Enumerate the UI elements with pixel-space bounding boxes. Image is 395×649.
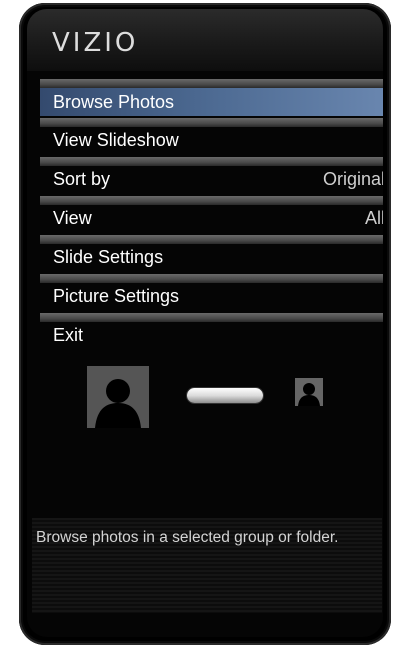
vizio-logo: VIZIO [52,28,139,58]
menu-separator [40,196,383,205]
menu-item-slide-settings[interactable]: Slide Settings [40,235,383,274]
menu-item-view[interactable]: View All [40,196,383,235]
menu-item-view-slideshow[interactable]: View Slideshow [40,118,383,157]
menu-separator [40,274,383,283]
menu-item-label: Browse Photos [53,92,175,112]
menu-item-label: View Slideshow [53,130,179,150]
photo-menu: Browse Photos View Slideshow Sort by Ori… [40,79,383,352]
menu-separator [40,157,383,166]
person-icon [95,379,141,428]
scroll-indicator [187,388,263,403]
person-icon [298,383,320,406]
header-bar: VIZIO [27,9,383,71]
menu-item-label: Picture Settings [53,286,180,306]
tv-menu-panel: VIZIO Browse Photos View Slideshow Sort … [19,3,391,645]
menu-separator [40,235,383,244]
menu-separator [40,118,383,127]
sort-by-value: Original [322,169,383,189]
photo-thumbnail-large[interactable] [87,366,149,428]
menu-item-label: Slide Settings [53,247,164,267]
menu-separator [40,79,383,88]
photo-preview-strip [87,366,327,436]
help-panel: Browse photos in a selected group or fol… [32,518,382,613]
menu-item-browse-photos[interactable]: Browse Photos [40,79,383,118]
menu-frame: VIZIO Browse Photos View Slideshow Sort … [27,9,383,637]
photo-thumbnail-small[interactable] [295,378,323,406]
menu-item-label: Sort by [53,169,111,189]
menu-separator [40,313,383,322]
menu-item-label: View [53,208,92,228]
menu-item-picture-settings[interactable]: Picture Settings [40,274,383,313]
menu-item-sort-by[interactable]: Sort by Original [40,157,383,196]
view-value: All [364,208,383,228]
menu-item-label: Exit [53,325,84,345]
help-text: Browse photos in a selected group or fol… [36,529,339,546]
menu-item-exit[interactable]: Exit [40,313,383,352]
